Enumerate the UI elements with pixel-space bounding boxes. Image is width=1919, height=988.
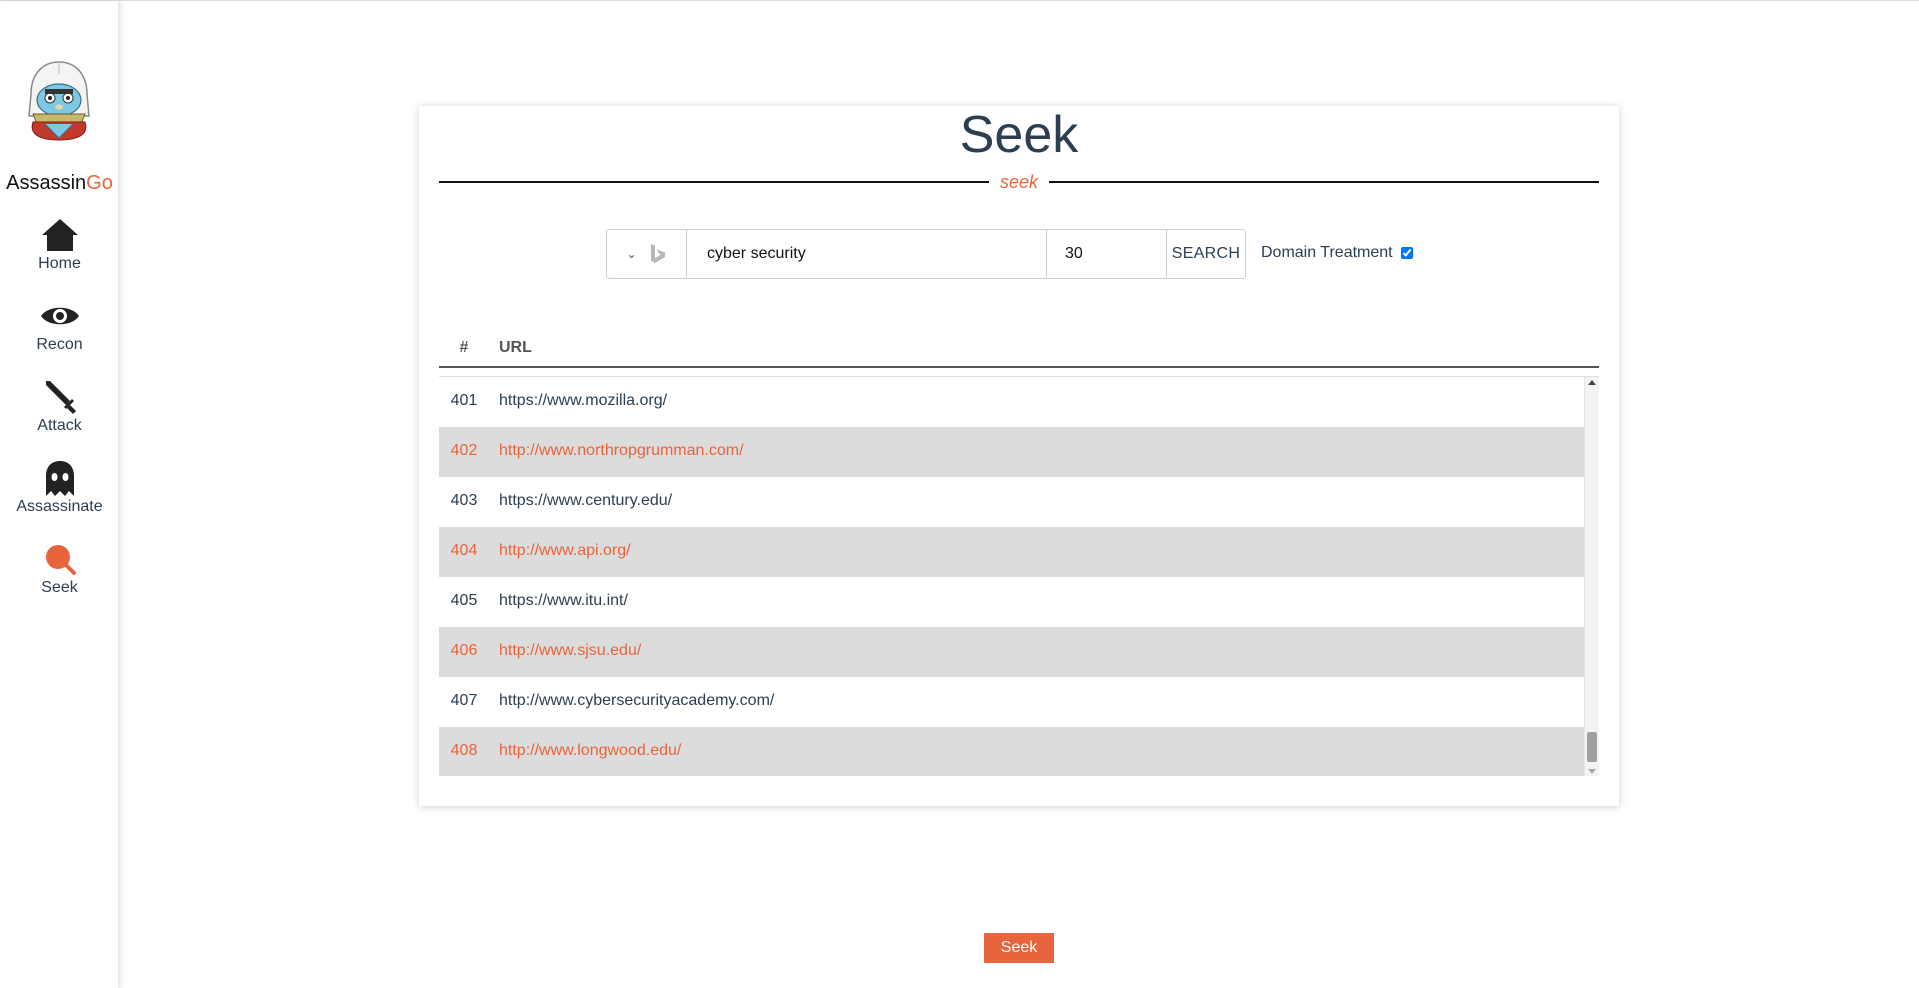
domain-treatment-checkbox[interactable] (1400, 247, 1413, 259)
sidebar: AssassinGo Home Recon Attack Assassinate (0, 1, 119, 988)
table-row[interactable]: 405 https://www.itu.int/ (439, 577, 1584, 627)
row-url[interactable]: https://www.century.edu/ (499, 492, 672, 510)
sword-icon (45, 381, 76, 414)
brand-name-main: Assassin (6, 172, 87, 194)
row-number: 406 (450, 642, 478, 659)
home-icon (41, 219, 78, 251)
ghost-icon (45, 461, 74, 496)
seek-card: Seek seek ⌄ SEARCH Domain Treatment # UR… (419, 106, 1619, 806)
search-button[interactable]: SEARCH (1167, 230, 1245, 278)
results-scrollbar[interactable] (1584, 377, 1599, 776)
table-row[interactable]: 407 http://www.cybersecurityacademy.com/ (439, 677, 1584, 727)
table-row[interactable]: 402 http://www.northropgrumman.com/ (439, 427, 1584, 477)
sidebar-item-label: Attack (37, 417, 82, 434)
sidebar-item-label: Assassinate (16, 498, 103, 515)
table-row[interactable]: 401 https://www.mozilla.org/ (439, 377, 1584, 427)
search-engine-select[interactable]: ⌄ (607, 230, 687, 278)
table-row[interactable]: 408 http://www.longwood.edu/ (439, 727, 1584, 776)
table-header: # URL (439, 330, 1599, 368)
sidebar-item-label: Home (38, 255, 81, 272)
row-number: 407 (450, 692, 478, 709)
title-divider: seek (439, 172, 1599, 192)
search-bar: ⌄ SEARCH (606, 229, 1246, 279)
assassingo-logo (28, 61, 90, 141)
scroll-down-arrow-icon[interactable] (1588, 769, 1596, 774)
sidebar-item-seek[interactable]: Seek (0, 539, 119, 605)
row-number: 401 (450, 392, 478, 409)
domain-treatment-label: Domain Treatment (1261, 244, 1393, 261)
column-header-number: # (459, 339, 469, 356)
sidebar-item-home[interactable]: Home (0, 215, 119, 281)
brand-name: AssassinGo (0, 172, 119, 195)
row-url[interactable]: http://www.api.org/ (499, 542, 631, 560)
row-url[interactable]: https://www.mozilla.org/ (499, 392, 667, 410)
sidebar-item-assassinate[interactable]: Assassinate (0, 458, 119, 524)
eye-icon (40, 307, 79, 325)
brand-name-accent: Go (86, 172, 113, 194)
search-query-input[interactable] (687, 230, 1047, 278)
table-row[interactable]: 404 http://www.api.org/ (439, 527, 1584, 577)
row-url[interactable]: https://www.itu.int/ (499, 592, 628, 610)
results-table-body: 401 https://www.mozilla.org/ 402 http://… (439, 376, 1599, 776)
row-url[interactable]: http://www.northropgrumman.com/ (499, 442, 744, 460)
bing-icon (650, 244, 665, 263)
sidebar-item-label: Recon (36, 336, 83, 353)
row-url[interactable]: http://www.cybersecurityacademy.com/ (499, 692, 774, 710)
sidebar-item-recon[interactable]: Recon (0, 296, 119, 362)
row-url[interactable]: http://www.sjsu.edu/ (499, 642, 641, 660)
row-number: 402 (450, 442, 478, 459)
table-row[interactable]: 403 https://www.century.edu/ (439, 477, 1584, 527)
result-count-input[interactable] (1047, 230, 1167, 278)
scrollbar-thumb[interactable] (1587, 732, 1597, 762)
table-row[interactable]: 406 http://www.sjsu.edu/ (439, 627, 1584, 677)
sidebar-item-attack[interactable]: Attack (0, 377, 119, 443)
search-icon (45, 545, 76, 575)
divider-line-right (1049, 181, 1599, 183)
seek-button[interactable]: Seek (984, 933, 1054, 963)
row-number: 405 (450, 592, 478, 609)
sidebar-item-label: Seek (41, 579, 78, 596)
row-number: 408 (450, 742, 478, 759)
row-number: 404 (450, 542, 478, 559)
page-title: Seek (959, 106, 1079, 164)
scroll-up-arrow-icon[interactable] (1588, 380, 1596, 385)
column-header-url: URL (499, 339, 532, 356)
domain-treatment-option: Domain Treatment (1261, 244, 1413, 262)
chevron-down-icon: ⌄ (626, 247, 637, 261)
row-url[interactable]: http://www.longwood.edu/ (499, 742, 681, 760)
row-number: 403 (450, 492, 478, 509)
